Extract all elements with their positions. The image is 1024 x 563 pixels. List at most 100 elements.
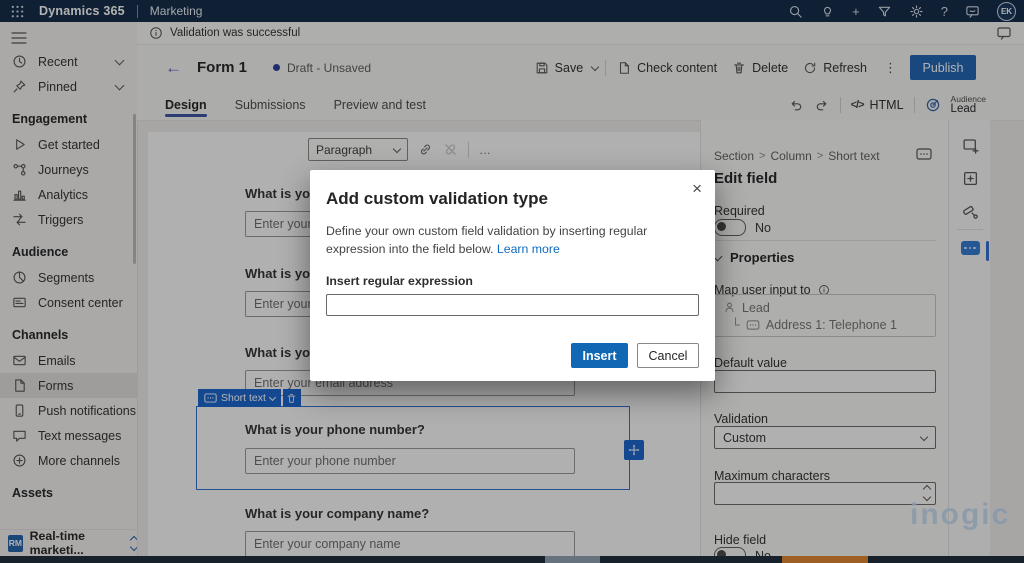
short-text-chip[interactable]: Short text xyxy=(198,389,281,407)
hamburger-menu-icon[interactable] xyxy=(0,22,137,49)
comments-icon[interactable] xyxy=(996,25,1012,41)
add-icon[interactable]: + xyxy=(852,5,860,18)
divider xyxy=(956,229,983,230)
save-split-chevron-icon[interactable] xyxy=(590,62,600,71)
add-section-icon[interactable] xyxy=(949,165,991,191)
user-avatar[interactable]: EK xyxy=(997,1,1016,21)
tab-preview-and-test[interactable]: Preview and test xyxy=(334,90,426,120)
unlink-icon[interactable] xyxy=(443,142,458,157)
delete-button[interactable]: Delete xyxy=(728,57,792,79)
waffle-icon[interactable] xyxy=(10,4,25,19)
dynamics-365-marketing-app: Dynamics 365 Marketing + ? EK Recent Pin… xyxy=(0,0,1024,563)
sidebar-item-push-notifications[interactable]: Push notifications xyxy=(0,398,137,423)
sidebar-item-pinned[interactable]: Pinned xyxy=(0,74,137,99)
app-title[interactable]: Dynamics 365 xyxy=(39,4,125,18)
sidebar-item-recent[interactable]: Recent xyxy=(0,49,137,74)
link-icon[interactable] xyxy=(418,142,433,157)
chevron-down-icon[interactable] xyxy=(114,80,125,91)
maximum-characters-field xyxy=(714,482,936,505)
breadcrumb-section[interactable]: Section xyxy=(714,149,754,163)
breadcrumb: Section > Column > Short text xyxy=(714,149,880,163)
form-page-icon xyxy=(12,378,27,393)
add-element-icon[interactable] xyxy=(949,132,991,158)
sidebar-item-analytics[interactable]: Analytics xyxy=(0,182,137,207)
chevron-down-icon[interactable] xyxy=(114,55,125,66)
back-arrow-icon[interactable]: ← xyxy=(165,59,182,76)
validation-select[interactable]: Custom xyxy=(714,426,936,449)
properties-section-header[interactable]: Properties xyxy=(712,250,794,265)
dialog-buttons: Insert Cancel xyxy=(571,343,699,368)
required-toggle[interactable]: No xyxy=(714,219,771,236)
html-button[interactable]: HTML xyxy=(870,98,904,112)
area-title[interactable]: Marketing xyxy=(150,4,203,18)
breadcrumb-column[interactable]: Column xyxy=(770,149,811,163)
settings-gear-icon[interactable] xyxy=(909,4,924,19)
code-icon[interactable]: </> xyxy=(851,99,865,111)
sidebar-item-triggers[interactable]: Triggers xyxy=(0,207,137,232)
audience-indicator[interactable]: Audience Lead xyxy=(951,94,986,116)
field-input[interactable] xyxy=(245,448,575,474)
divider xyxy=(713,240,936,241)
required-value: No xyxy=(755,220,771,235)
tab-submissions[interactable]: Submissions xyxy=(235,90,306,120)
more-formatting-button[interactable]: … xyxy=(479,143,492,157)
refresh-button[interactable]: Refresh xyxy=(799,57,871,79)
sidebar-item-text-messages[interactable]: Text messages xyxy=(0,423,137,448)
field-properties-icon[interactable] xyxy=(949,235,991,261)
sidebar-item-more-channels[interactable]: More channels xyxy=(0,448,137,473)
lightbulb-icon[interactable] xyxy=(820,4,835,19)
redo-icon[interactable] xyxy=(814,98,830,113)
delete-field-button[interactable] xyxy=(282,389,301,407)
sidebar-item-forms[interactable]: Forms xyxy=(0,373,137,398)
tab-design[interactable]: Design xyxy=(165,90,207,120)
validation-label: Validation xyxy=(714,412,768,426)
chevron-down-icon xyxy=(268,393,276,401)
theme-styles-icon[interactable] xyxy=(949,198,991,224)
close-icon[interactable]: × xyxy=(692,180,702,197)
sidebar-scrollbar[interactable] xyxy=(133,114,136,264)
publish-button[interactable]: Publish xyxy=(910,55,976,80)
command-actions: Save Check content Delete Refresh ⋮ Publ… xyxy=(531,45,976,90)
learn-more-link[interactable]: Learn more xyxy=(497,242,560,256)
panel-title: Edit field xyxy=(714,170,778,187)
mapping-box: Lead └ Address 1: Telephone 1 xyxy=(714,294,936,337)
default-value-input[interactable] xyxy=(714,370,936,393)
insert-button[interactable]: Insert xyxy=(571,343,628,368)
pie-segments-icon xyxy=(12,270,27,285)
hide-field-label: Hide field xyxy=(714,533,767,547)
maximum-characters-input[interactable] xyxy=(714,482,936,505)
field-label[interactable]: What is your company name? xyxy=(245,506,429,521)
audience-target-icon[interactable] xyxy=(925,97,941,113)
check-content-button[interactable]: Check content xyxy=(613,57,721,79)
area-switcher[interactable]: RM Real-time marketi... xyxy=(0,529,137,556)
cancel-button[interactable]: Cancel xyxy=(637,343,699,368)
panel-icon-rail xyxy=(948,120,990,556)
notification-bar: Validation was successful xyxy=(137,22,1024,45)
scrollbar-orange-segment xyxy=(782,556,868,563)
more-commands-button[interactable]: ⋮ xyxy=(878,60,903,76)
sidebar-item-get-started[interactable]: Get started xyxy=(0,132,137,157)
field-label[interactable]: What is your phone number? xyxy=(245,422,425,437)
sidebar-item-segments[interactable]: Segments xyxy=(0,265,137,290)
scrollbar-thumb[interactable] xyxy=(545,556,600,563)
dialog-title: Add custom validation type xyxy=(326,189,548,208)
paragraph-style-select[interactable]: Paragraph xyxy=(308,138,408,161)
save-button[interactable]: Save xyxy=(531,57,588,79)
help-icon[interactable]: ? xyxy=(941,5,948,18)
undo-icon[interactable] xyxy=(788,98,804,113)
feedback-icon[interactable] xyxy=(965,4,980,19)
breadcrumb-short-text[interactable]: Short text xyxy=(828,149,879,163)
sidebar-item-consent-center[interactable]: Consent center xyxy=(0,290,137,315)
move-field-handle[interactable] xyxy=(624,440,644,460)
field-input[interactable] xyxy=(245,531,575,557)
sidebar-item-journeys[interactable]: Journeys xyxy=(0,157,137,182)
regex-input[interactable] xyxy=(326,293,699,316)
switch-area-icon[interactable] xyxy=(129,535,137,551)
chat-bubble-icon xyxy=(12,428,27,443)
search-icon[interactable] xyxy=(788,4,803,19)
tab-strip: Design Submissions Preview and test </> … xyxy=(137,90,1024,121)
bottom-scrollbar[interactable] xyxy=(0,556,1024,563)
filter-icon[interactable] xyxy=(877,4,892,19)
consent-card-icon xyxy=(12,295,27,310)
sidebar-item-emails[interactable]: Emails xyxy=(0,348,137,373)
